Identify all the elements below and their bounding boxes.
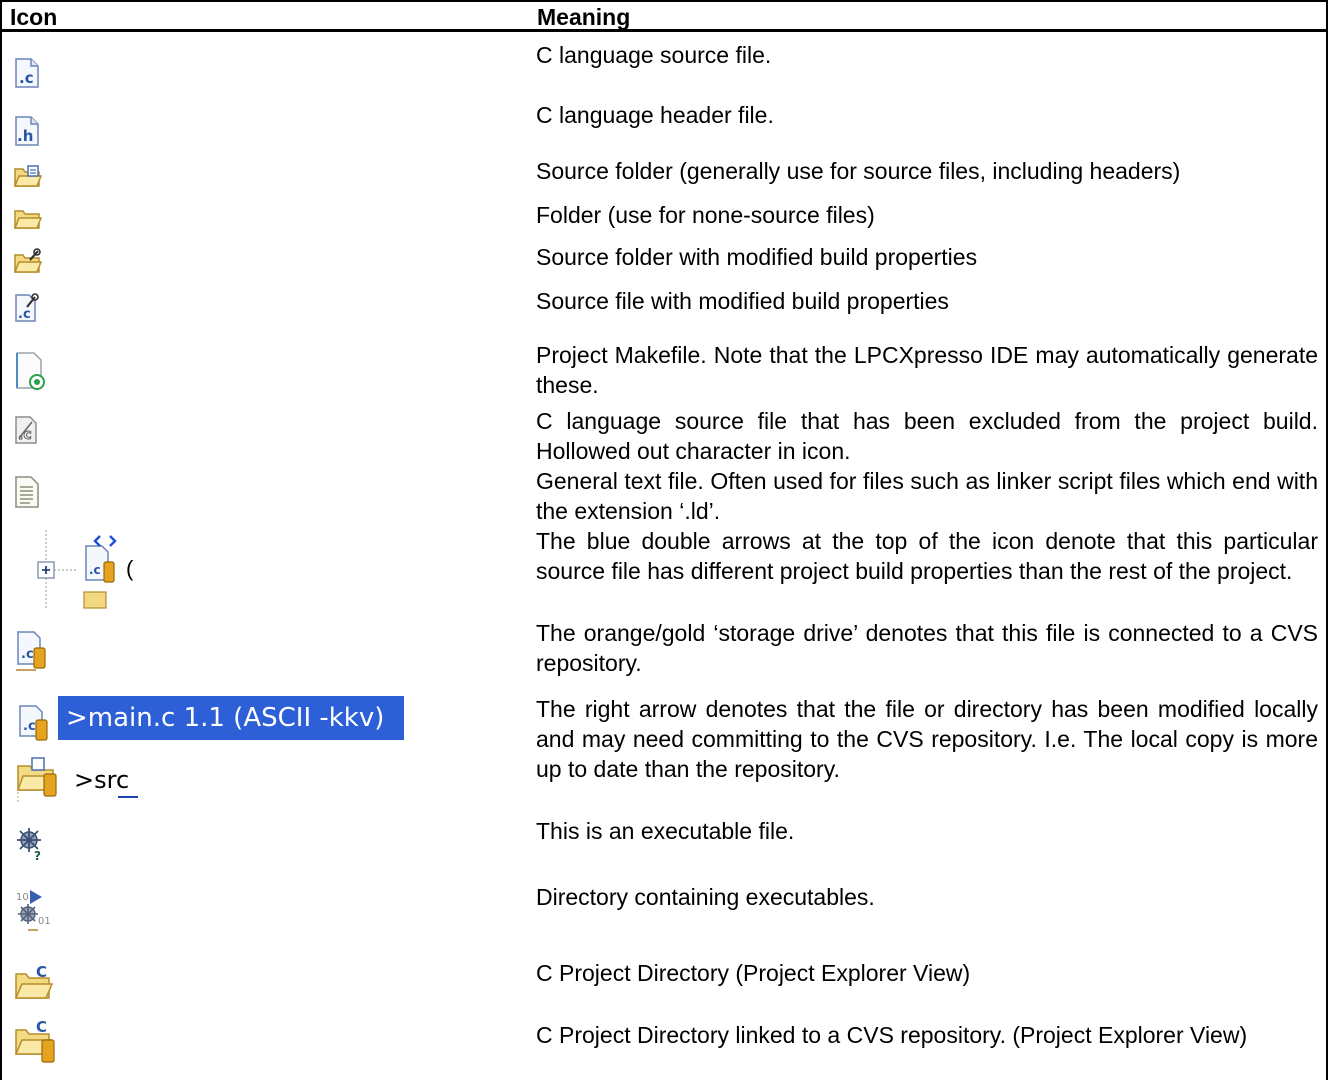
header-icon: Icon: [10, 4, 58, 30]
table-row: Source folder with modified build proper…: [2, 242, 1326, 286]
meaning-text: Folder (use for none-source files): [536, 202, 875, 228]
svg-text:C: C: [36, 1018, 47, 1036]
table-row: .c C language source file.: [2, 40, 1326, 96]
table-row: .c The orange/gold ‘storage drive’ denot…: [2, 616, 1326, 694]
svg-text:.c: .c: [18, 307, 31, 322]
different-build-properties-icon: .c: [80, 532, 120, 612]
table-row: C C Project Directory (Project Explorer …: [2, 954, 1326, 1010]
source-folder-icon: [14, 164, 42, 188]
table-row: 10 01 Directory containing executables.: [2, 878, 1326, 954]
meaning-text: Source file with modified build properti…: [536, 288, 949, 314]
c-project-directory-icon: C: [14, 962, 54, 1002]
c-header-file-icon: .h: [14, 116, 40, 146]
svg-text:.h: .h: [17, 127, 33, 145]
meaning-text: Project Makefile. Note that the LPCXpres…: [536, 342, 1318, 398]
table-row: Source folder (generally use for source …: [2, 156, 1326, 200]
table-row: .h C language header file.: [2, 100, 1326, 156]
meaning-text: C language header file.: [536, 102, 774, 128]
meaning-text: General text file. Often used for files …: [536, 468, 1318, 524]
folder-icon: [14, 208, 42, 230]
makefile-icon: [14, 352, 46, 390]
source-file-modified-icon: .c: [14, 292, 40, 322]
cursor-underline: [118, 796, 138, 798]
svg-text:.c: .c: [18, 427, 32, 443]
meaning-text: The orange/gold ‘storage drive’ denotes …: [536, 620, 1318, 676]
meaning-text: The blue double arrows at the top of the…: [536, 528, 1318, 584]
table-row: .c >main.c 1.1 (ASCII -kkv) >src The rig…: [2, 694, 1326, 812]
meaning-text: Source folder with modified build proper…: [536, 244, 978, 270]
excluded-source-file-icon: .c: [14, 416, 38, 444]
cvs-file-icon: .c: [14, 630, 48, 672]
cvs-modified-file-icon: .c: [16, 702, 50, 742]
folder-label: >src: [74, 766, 130, 794]
svg-text:.c: .c: [21, 647, 34, 662]
table-header: Icon Meaning: [2, 2, 1326, 32]
svg-text:.c: .c: [19, 69, 34, 87]
meaning-text: Directory containing executables.: [536, 884, 875, 910]
icon-legend-table: Icon Meaning .c C language source file. …: [0, 0, 1328, 1080]
svg-text:.c: .c: [89, 563, 101, 577]
c-source-file-icon: .c: [14, 58, 40, 88]
meaning-text: C Project Directory linked to a CVS repo…: [536, 1022, 1248, 1048]
svg-text:?: ?: [34, 849, 41, 862]
meaning-text: The right arrow denotes that the file or…: [536, 696, 1318, 782]
header-meaning: Meaning: [537, 4, 631, 30]
table-row: General text file. Often used for files …: [2, 466, 1326, 528]
meaning-text: C language source file.: [536, 42, 772, 68]
svg-text:10: 10: [16, 892, 29, 903]
table-row: .c Source file with modified build prope…: [2, 286, 1326, 336]
tree-item-fragment: (: [126, 556, 134, 581]
source-folder-modified-icon: [14, 248, 42, 274]
tree-expand-icon[interactable]: [34, 530, 86, 610]
table-row: .c C language source file that has been …: [2, 406, 1326, 468]
meaning-text: C language source file that has been exc…: [536, 408, 1318, 464]
meaning-text: This is an executable file.: [536, 818, 795, 844]
table-row: C C Project Directory linked to a CVS re…: [2, 1010, 1326, 1080]
meaning-text: C Project Directory (Project Explorer Vi…: [536, 960, 971, 986]
text-file-icon: [14, 476, 40, 508]
c-project-cvs-directory-icon: C: [14, 1016, 58, 1064]
executables-directory-icon: 10 01: [14, 886, 54, 934]
table-row: Folder (use for none-source files): [2, 200, 1326, 242]
table-row: .c ( The blue double arrows at the top o…: [2, 526, 1326, 618]
table-row: Project Makefile. Note that the LPCXpres…: [2, 340, 1326, 406]
meaning-text: Source folder (generally use for source …: [536, 158, 1181, 184]
cvs-modified-folder-icon: [16, 752, 64, 806]
selected-file-label[interactable]: >main.c 1.1 (ASCII -kkv): [58, 696, 404, 740]
svg-text:01: 01: [38, 916, 51, 927]
executable-file-icon: ?: [14, 822, 48, 862]
svg-text:.c: .c: [23, 719, 36, 734]
svg-text:C: C: [36, 963, 47, 981]
table-row: ? This is an executable file.: [2, 812, 1326, 878]
